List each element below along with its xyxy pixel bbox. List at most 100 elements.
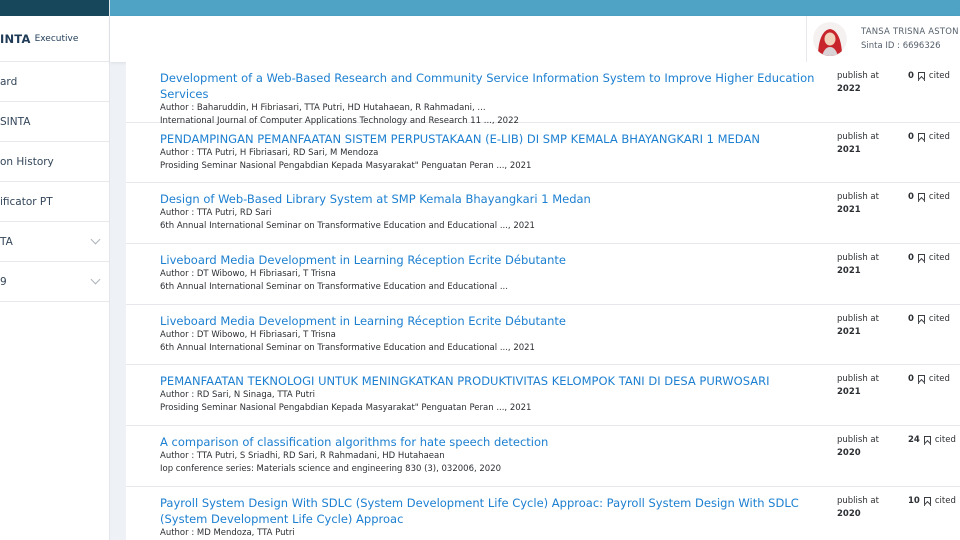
sidebar-item-label: SINTA [0,115,31,128]
cited-label: cited [934,435,956,446]
publish-label: publish at [837,192,879,203]
header: TANSA TRISNA ASTON Sinta ID : 6696326 [110,16,960,62]
publication-title-link[interactable]: Design of Web-Based Library System at SM… [160,191,820,207]
sidebar-item-label: 9 [0,275,7,288]
publication-title-link[interactable]: PENDAMPINGAN PEMANFAATAN SISTEM PERPUSTA… [160,131,820,147]
cited-count: 0 cited [908,313,950,326]
list-item: Development of a Web-Based Research and … [126,62,960,126]
publication-title-link[interactable]: A comparison of classification algorithm… [160,434,820,450]
publish-label: publish at [837,435,879,446]
publication-venue: Prosiding Seminar Nasional Pengabdian Ke… [160,160,532,171]
cited-count: 24 cited [908,434,956,447]
cited-count: 0 cited [908,191,950,204]
list-item: PEMANFAATAN TEKNOLOGI UNTUK MENINGKATKAN… [126,365,960,427]
sidebar-item-dashboard[interactable]: ard [0,62,109,102]
cited-number: 0 [908,71,914,81]
publication-authors: Author : TTA Putri, S Sriadhi, RD Sari, … [160,451,445,462]
publication-title-link[interactable]: PEMANFAATAN TEKNOLOGI UNTUK MENINGKATKAN… [160,373,820,389]
publication-authors: Author : TTA Putri, RD Sari [160,208,272,219]
publication-venue: Iop conference series: Materials science… [160,464,502,475]
publish-year: 2020 [837,508,861,519]
sidebar-item-label: on History [0,155,54,168]
publish-year: 2022 [837,84,861,94]
sidebar-item-expandable-2[interactable]: 9 [0,262,109,302]
publication-venue: 6th Annual International Seminar on Tran… [160,342,535,353]
cited-number: 10 [908,495,920,506]
publication-authors: Author : DT Wibowo, H Fibriasari, T Tris… [160,329,336,340]
publish-label: publish at [837,71,879,81]
cited-number: 0 [908,131,914,142]
sidebar-item-label: ard [0,75,18,88]
user-profile[interactable]: TANSA TRISNA ASTON Sinta ID : 6696326 [806,16,960,62]
list-item: Payroll System Design With SDLC (System … [126,487,960,540]
top-color-bar [110,0,960,16]
sidebar-top-strip [0,0,109,16]
bookmark-icon [917,314,925,324]
sidebar-item-label: ificator PT [0,195,53,208]
bookmark-icon [917,72,925,81]
publication-title-link[interactable]: Liveboard Media Development in Learning … [160,252,820,268]
publish-year: 2021 [837,205,861,216]
brand-name: INTA [0,31,31,46]
publication-venue: 6th Annual International Seminar on Tran… [160,282,508,293]
cited-label: cited [934,495,956,506]
cited-label: cited [928,131,950,142]
cited-label: cited [928,313,950,324]
cited-label: cited [928,71,950,81]
sidebar: INTA Executive ard SINTA on History ific… [0,0,110,540]
sinta-id: Sinta ID : 6696326 [861,41,941,51]
cited-count: 0 cited [908,70,950,83]
list-item: Liveboard Media Development in Learning … [126,244,960,305]
publish-label: publish at [837,313,879,324]
sidebar-item-sinta[interactable]: SINTA [0,102,109,142]
cited-number: 24 [908,435,920,446]
publication-authors: Author : MD Mendoza, TTA Putri [160,527,295,538]
brand-logo[interactable]: INTA Executive [0,16,109,62]
publish-label: publish at [837,374,879,385]
cited-count: 0 cited [908,373,950,386]
publish-label: publish at [837,253,879,264]
publication-title-link[interactable]: Liveboard Media Development in Learning … [160,313,820,329]
bookmark-icon [917,132,925,142]
publication-authors: Author : RD Sari, N Sinaga, TTA Putri [160,390,315,401]
publication-authors: Author : Baharuddin, H Fibriasari, TTA P… [160,103,486,113]
publication-authors: Author : TTA Putri, H Fibriasari, RD Sar… [160,147,379,158]
sidebar-item-verificator[interactable]: ificator PT [0,182,109,222]
chevron-down-icon [90,274,101,285]
publish-label: publish at [837,131,879,142]
publication-venue: Prosiding Seminar Nasional Pengabdian Ke… [160,403,532,414]
cited-count: 10 cited [908,495,956,508]
cited-label: cited [928,374,950,385]
publish-year: 2020 [837,448,861,459]
cited-number: 0 [908,192,914,203]
publish-year: 2021 [837,144,861,155]
publish-year: 2021 [837,266,861,277]
bookmark-icon [917,254,925,264]
publish-year: 2021 [837,326,861,337]
list-item: PENDAMPINGAN PEMANFAATAN SISTEM PERPUSTA… [126,123,960,184]
cited-count: 0 cited [908,252,950,265]
user-name: TANSA TRISNA ASTON [861,27,959,37]
chevron-down-icon [90,234,101,245]
list-item: A comparison of classification algorithm… [126,426,960,487]
bookmark-icon [923,496,931,506]
bookmark-icon [917,193,925,203]
brand-subtitle: Executive [34,33,79,44]
cited-number: 0 [908,313,914,324]
publication-authors: Author : DT Wibowo, H Fibriasari, T Tris… [160,269,336,280]
sidebar-item-history[interactable]: on History [0,142,109,182]
publication-title-link[interactable]: Development of a Web-Based Research and … [160,70,820,102]
sidebar-item-label: TA [0,235,13,248]
bookmark-icon [923,436,931,446]
cited-count: 0 cited [908,131,950,144]
publication-venue: 6th Annual International Seminar on Tran… [160,221,535,232]
avatar [813,22,847,56]
publish-label: publish at [837,495,879,506]
user-info: TANSA TRISNA ASTON Sinta ID : 6696326 [861,27,959,51]
bookmark-icon [917,375,925,385]
sidebar-item-expandable-1[interactable]: TA [0,222,109,262]
publication-list: Development of a Web-Based Research and … [126,62,960,540]
publication-title-link[interactable]: Payroll System Design With SDLC (System … [160,495,820,527]
publish-year: 2021 [837,387,861,398]
cited-label: cited [928,192,950,203]
